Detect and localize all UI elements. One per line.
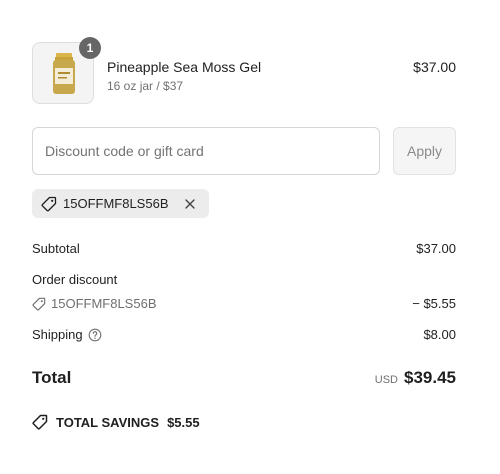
shipping-label: Shipping: [32, 327, 83, 342]
discount-code-row: 15OFFMF8LS56B − $5.55: [32, 296, 456, 311]
line-item: 1 Pineapple Sea Moss Gel 16 oz jar / $37…: [32, 37, 456, 104]
subtotal-row: Subtotal $37.00: [32, 241, 456, 256]
help-icon[interactable]: [88, 328, 102, 342]
subtotal-label: Subtotal: [32, 241, 80, 256]
discount-value: − $5.55: [412, 296, 456, 311]
remove-discount-button[interactable]: [181, 195, 199, 213]
tag-icon: [32, 297, 46, 310]
total-value: $39.45: [404, 368, 456, 387]
product-name: Pineapple Sea Moss Gel: [107, 59, 262, 75]
total-label: Total: [32, 368, 72, 387]
apply-button[interactable]: Apply: [393, 127, 456, 175]
savings-value: $5.55: [167, 414, 200, 430]
product-price: $37.00: [413, 59, 456, 75]
total-amount: USD $39.45: [375, 368, 456, 388]
applied-code-label: 15OFFMF8LS56B: [63, 196, 169, 211]
applied-discount-chip: 15OFFMF8LS56B: [32, 189, 209, 218]
close-icon: [184, 198, 195, 209]
product-variant: 16 oz jar / $37: [107, 79, 184, 93]
tag-icon: [32, 414, 48, 430]
total-savings: TOTAL SAVINGS $5.55: [32, 414, 200, 430]
order-discount-row: Order discount: [32, 272, 456, 287]
quantity-badge: 1: [79, 37, 101, 59]
jar-icon: [53, 53, 75, 94]
discount-code-label: 15OFFMF8LS56B: [51, 296, 157, 311]
subtotal-value: $37.00: [416, 241, 456, 256]
shipping-value: $8.00: [423, 327, 456, 342]
discount-code-input[interactable]: [32, 127, 380, 175]
product-thumbnail: 1: [32, 37, 101, 104]
savings-label: TOTAL SAVINGS: [56, 414, 160, 430]
tag-icon: [41, 196, 57, 211]
currency-code: USD: [374, 374, 398, 386]
shipping-row: Shipping $8.00: [32, 327, 456, 342]
order-discount-label: Order discount: [32, 272, 118, 287]
